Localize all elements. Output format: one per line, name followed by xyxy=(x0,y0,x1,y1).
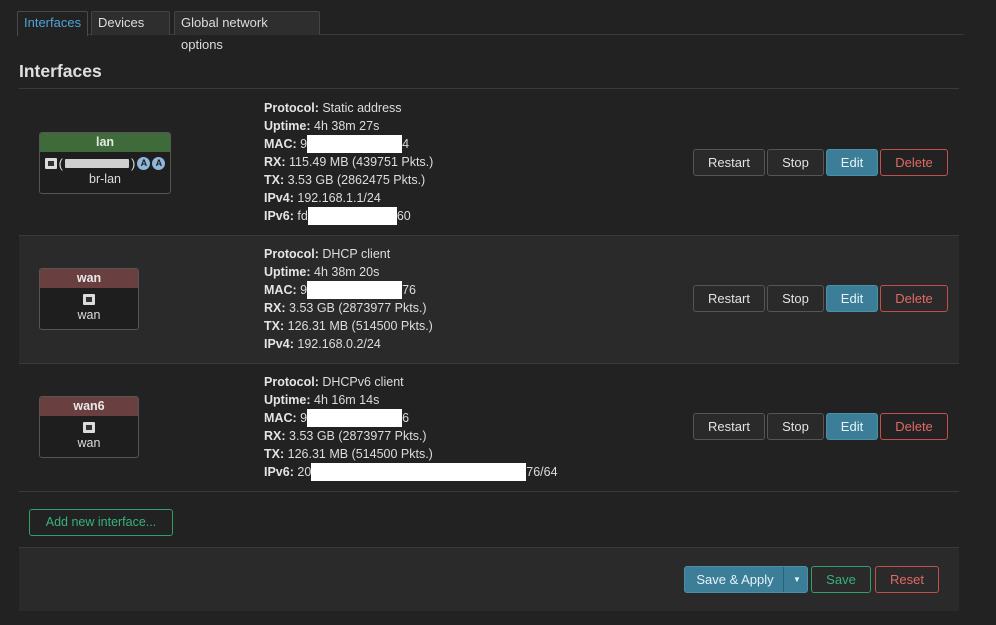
uptime-value: 4h 38m 27s xyxy=(314,119,380,133)
protocol-value: Static address xyxy=(322,101,402,115)
action-footer: Save & Apply ▼ Save Reset xyxy=(19,547,959,611)
ethernet-port-icon xyxy=(44,158,57,169)
interface-name: wan6 xyxy=(40,397,138,416)
tab-interfaces[interactable]: Interfaces xyxy=(17,11,88,36)
stop-button[interactable]: Stop xyxy=(767,413,824,440)
ethernet-port-icon xyxy=(83,294,95,305)
divider xyxy=(783,567,784,592)
rx-value: 3.53 GB (2873977 Pkts.) xyxy=(289,429,427,443)
mac-suffix: 4 xyxy=(402,137,410,151)
rx-label: RX: xyxy=(264,155,286,169)
tx-value: 126.31 MB (514500 Pkts.) xyxy=(287,447,433,461)
rx-value: 3.53 GB (2873977 Pkts.) xyxy=(289,301,427,315)
ipv6-suffix: 76/64 xyxy=(526,465,558,479)
ipv4-label: IPv4: xyxy=(264,337,294,351)
save-apply-button[interactable]: Save & Apply xyxy=(685,567,785,592)
interface-row-wan6: wan6 wan Protocol: DHCPv6 client Uptime:… xyxy=(19,364,959,492)
interface-info: Protocol: Static address Uptime: 4h 38m … xyxy=(264,99,433,225)
tab-devices[interactable]: Devices xyxy=(91,11,170,35)
port-icons xyxy=(40,419,138,436)
mac-label: MAC: xyxy=(264,137,297,151)
uptime-label: Uptime: xyxy=(264,265,311,279)
edit-button[interactable]: Edit xyxy=(826,149,878,176)
interface-name: lan xyxy=(40,133,170,152)
restart-button[interactable]: Restart xyxy=(693,285,765,312)
save-button[interactable]: Save xyxy=(811,566,871,593)
tx-value: 126.31 MB (514500 Pkts.) xyxy=(287,319,433,333)
restart-button[interactable]: Restart xyxy=(693,413,765,440)
protocol-value: DHCPv6 client xyxy=(322,375,404,389)
interface-info: Protocol: DHCP client Uptime: 4h 38m 20s… xyxy=(264,245,433,353)
ipv6-prefix: 20 xyxy=(297,465,312,479)
tx-label: TX: xyxy=(264,447,285,461)
stop-button[interactable]: Stop xyxy=(767,149,824,176)
tx-label: TX: xyxy=(264,173,285,187)
edit-button[interactable]: Edit xyxy=(826,285,878,312)
restart-button[interactable]: Restart xyxy=(693,149,765,176)
ipv4-value: 192.168.0.2/24 xyxy=(297,337,381,351)
save-apply-split-button: Save & Apply ▼ xyxy=(684,566,808,593)
uptime-value: 4h 16m 14s xyxy=(314,393,380,407)
mac-label: MAC: xyxy=(264,411,297,425)
rx-label: RX: xyxy=(264,301,286,315)
ipv6-label: IPv6: xyxy=(264,465,294,479)
interface-device: wan xyxy=(77,308,101,322)
interface-row-wan: wan wan Protocol: DHCP client Uptime: 4h… xyxy=(19,236,959,364)
stop-button[interactable]: Stop xyxy=(767,285,824,312)
interface-device: br-lan xyxy=(89,172,121,186)
chevron-down-icon[interactable]: ▼ xyxy=(787,567,807,592)
wireless-icon: A xyxy=(137,157,151,170)
delete-button[interactable]: Delete xyxy=(880,285,948,312)
ipv4-label: IPv4: xyxy=(264,191,294,205)
rx-value: 115.49 MB (439751 Pkts.) xyxy=(289,155,434,169)
page-title: Interfaces xyxy=(19,61,102,81)
uptime-label: Uptime: xyxy=(264,119,311,133)
mac-prefix: 9 xyxy=(300,283,308,297)
reset-button[interactable]: Reset xyxy=(875,566,939,593)
protocol-label: Protocol: xyxy=(264,375,319,389)
tx-label: TX: xyxy=(264,319,285,333)
ipv6-prefix: fd xyxy=(297,209,308,223)
uptime-label: Uptime: xyxy=(264,393,311,407)
bracket-open-icon: ( xyxy=(58,156,63,171)
mac-suffix: 76 xyxy=(402,283,416,297)
redaction-box xyxy=(307,281,403,299)
rx-label: RX: xyxy=(264,429,286,443)
redaction-box xyxy=(311,463,527,481)
uptime-value: 4h 38m 20s xyxy=(314,265,380,279)
mac-label: MAC: xyxy=(264,283,297,297)
tab-bar: Interfaces Devices Global network option… xyxy=(17,11,964,52)
interface-badge-wan: wan wan xyxy=(39,268,139,330)
interface-badge-wan6: wan6 wan xyxy=(39,396,139,458)
interface-info: Protocol: DHCPv6 client Uptime: 4h 16m 1… xyxy=(264,373,558,481)
ethernet-port-icon xyxy=(83,422,95,433)
interface-row-lan: lan ( ) A A br-lan Protocol: Static addr… xyxy=(19,89,959,236)
bridge-ports-icon xyxy=(65,159,129,168)
ipv6-suffix: 60 xyxy=(396,209,411,223)
redaction-box xyxy=(307,207,397,225)
mac-prefix: 9 xyxy=(300,137,308,151)
mac-suffix: 6 xyxy=(402,411,410,425)
add-new-interface-button[interactable]: Add new interface... xyxy=(29,509,173,536)
delete-button[interactable]: Delete xyxy=(880,413,948,440)
protocol-label: Protocol: xyxy=(264,101,319,115)
tx-value: 3.53 GB (2862475 Pkts.) xyxy=(287,173,426,187)
redaction-box xyxy=(307,135,403,153)
ipv4-value: 192.168.1.1/24 xyxy=(297,191,381,205)
port-icons xyxy=(40,291,138,308)
interface-name: wan xyxy=(40,269,138,288)
tab-global-network-options[interactable]: Global network options xyxy=(174,11,320,52)
delete-button[interactable]: Delete xyxy=(880,149,948,176)
protocol-label: Protocol: xyxy=(264,247,319,261)
mac-prefix: 9 xyxy=(300,411,308,425)
bracket-close-icon: ) xyxy=(131,156,136,171)
redaction-box xyxy=(307,409,403,427)
ipv6-label: IPv6: xyxy=(264,209,294,223)
interface-badge-lan: lan ( ) A A br-lan xyxy=(39,132,171,194)
bridge-port-icons: ( ) A A xyxy=(40,155,170,172)
wireless-icon: A xyxy=(152,157,166,170)
edit-button[interactable]: Edit xyxy=(826,413,878,440)
interface-device: wan xyxy=(77,436,101,450)
protocol-value: DHCP client xyxy=(322,247,391,261)
